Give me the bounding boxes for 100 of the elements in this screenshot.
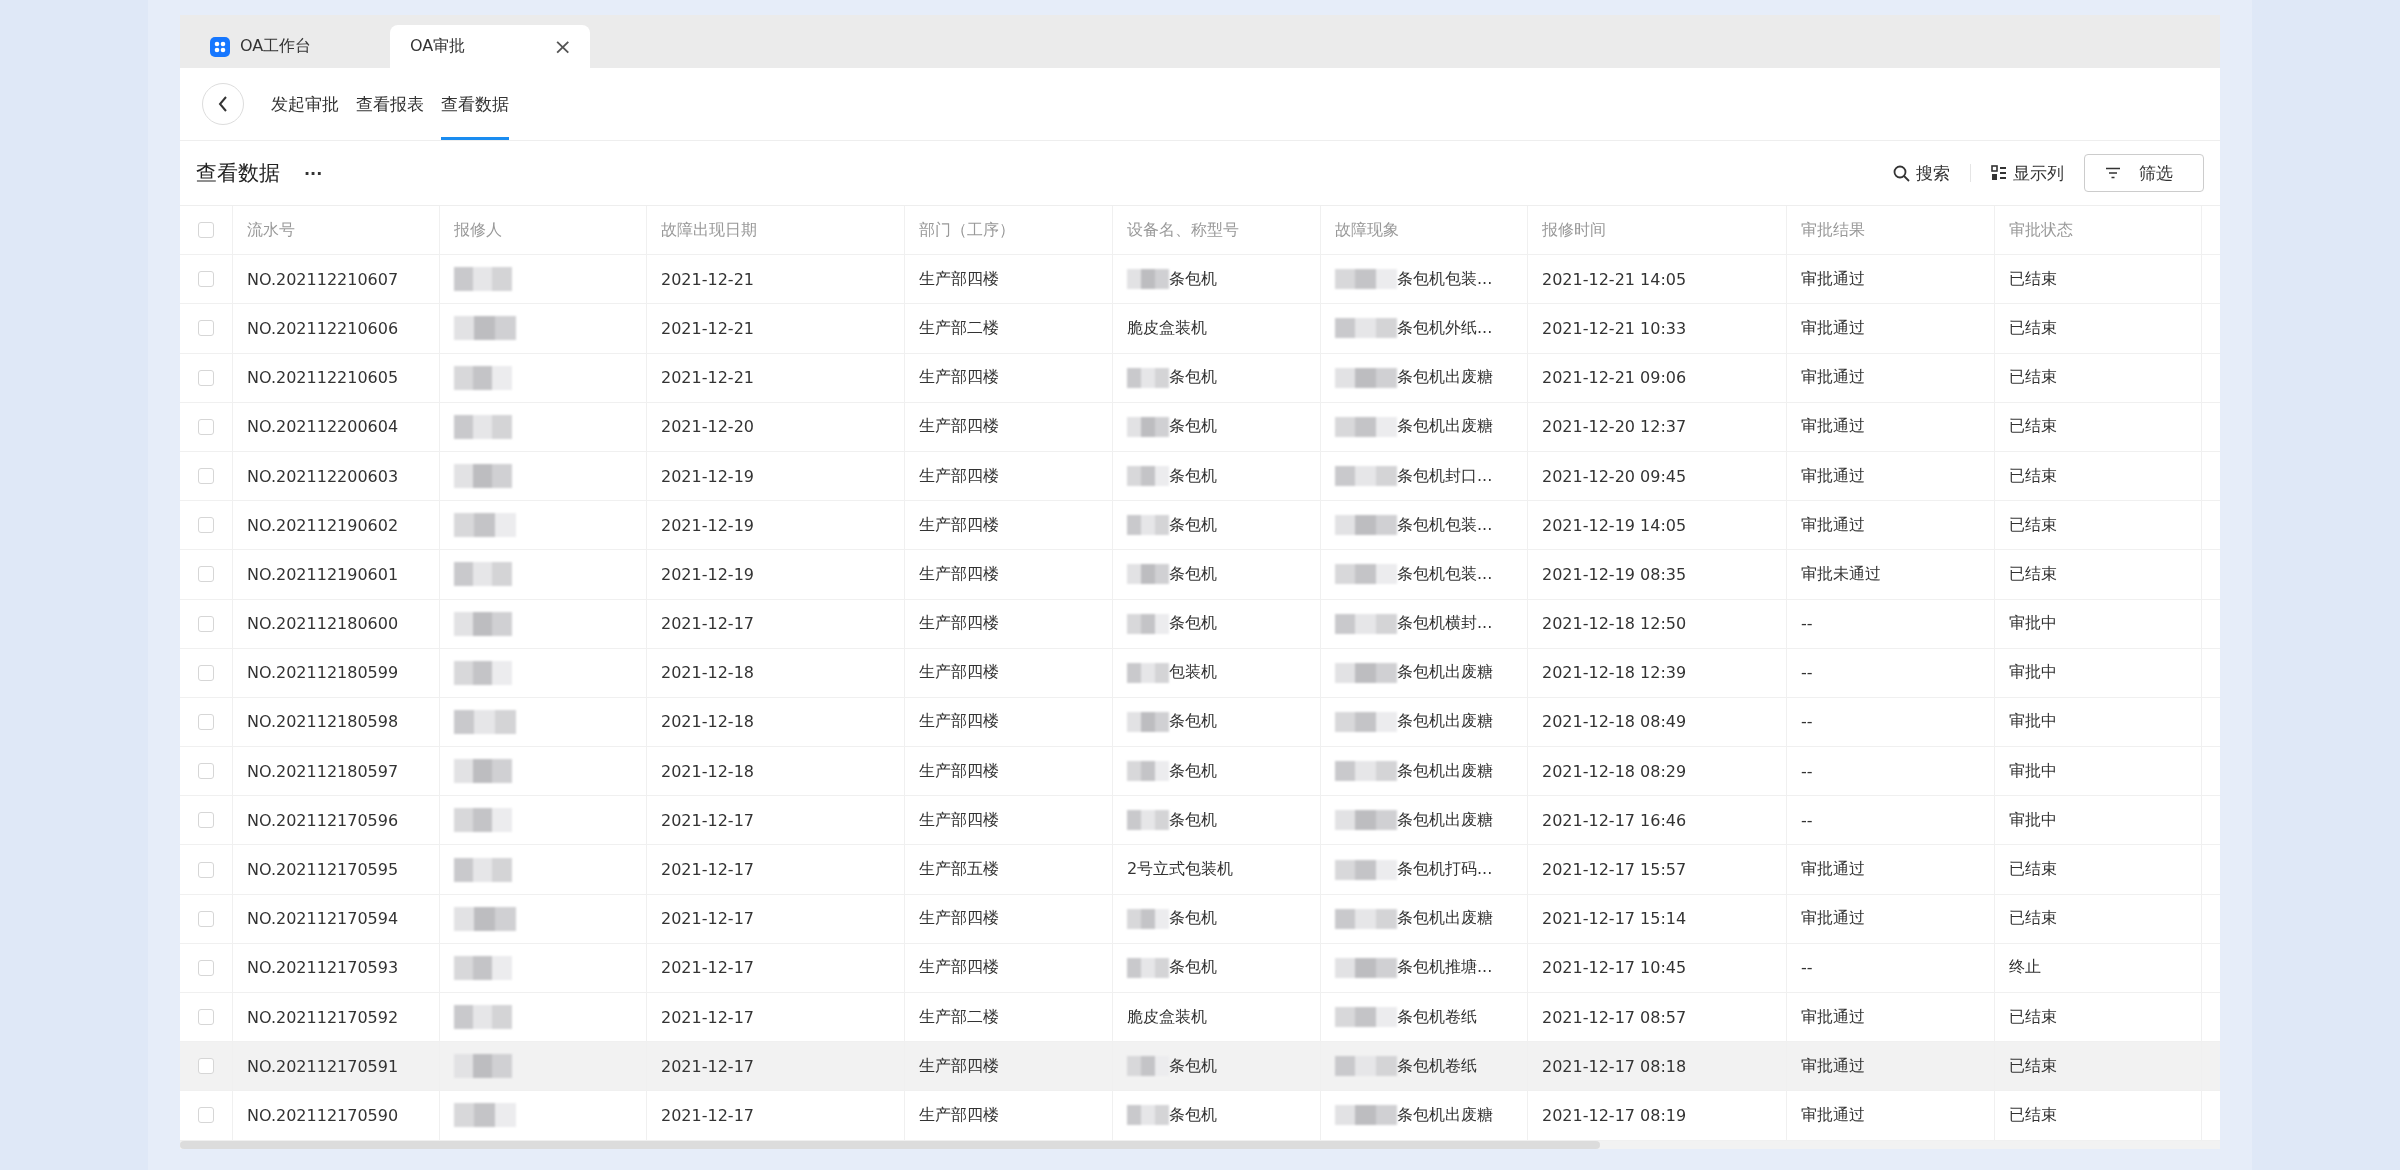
table-row[interactable]: NO.202112210605 2021-12-21 生产部四楼 条包机 条包机出废糖 2021-12-21 09:06 审批通过 已结束 xyxy=(180,353,2220,403)
row-checkbox[interactable] xyxy=(198,812,214,829)
table-row[interactable]: NO.202112180599 2021-12-18 生产部四楼 包装机 条包机出废糖 2021-12-18 12:39 -- 审批中 xyxy=(180,648,2220,698)
table-row[interactable]: NO.202112200603 2021-12-19 生产部四楼 条包机 条包机封口... 2021-12-20 09:45 审批通过 已结束 xyxy=(180,451,2220,502)
table-cell: 2021-12-20 xyxy=(661,417,754,437)
columns-button[interactable]: 显示列 xyxy=(1991,161,2064,185)
redacted-block xyxy=(454,709,516,734)
columns-icon xyxy=(1991,165,2007,181)
table-cell: 审批未通过 xyxy=(1801,563,1881,585)
table-cell: 条包机 xyxy=(1169,465,1217,487)
table-cell: 2021-12-17 xyxy=(661,810,754,830)
table-cell: 2021-12-18 12:39 xyxy=(1542,663,1687,683)
redacted-block xyxy=(454,464,512,489)
row-checkbox[interactable] xyxy=(198,1009,214,1026)
redacted-block xyxy=(1335,416,1397,437)
row-checkbox[interactable] xyxy=(198,763,214,780)
row-checkbox[interactable] xyxy=(198,713,214,730)
table-cell: 2021-12-17 xyxy=(661,958,754,978)
redacted-block xyxy=(454,316,516,341)
redacted-block xyxy=(1335,908,1397,929)
table-cell: 2021-12-17 15:14 xyxy=(1542,909,1687,929)
table-row[interactable]: NO.202112210606 2021-12-21 生产部二楼 脆皮盒装机 条包机外纸... 2021-12-21 10:33 审批通过 已结束 xyxy=(180,304,2220,354)
redacted-block xyxy=(454,513,516,538)
table-cell: 2021-12-18 08:49 xyxy=(1542,712,1687,732)
row-checkbox[interactable] xyxy=(198,615,214,632)
table-cell: NO.202112170594 xyxy=(247,909,399,929)
table-cell: 条包机封口... xyxy=(1397,465,1493,487)
window-tab[interactable]: OA审批 × xyxy=(390,25,590,68)
row-checkbox[interactable] xyxy=(198,910,214,927)
nav-link[interactable]: 查看数据 xyxy=(441,68,509,140)
table-cell: 条包机出废糖 xyxy=(1397,367,1493,389)
table-cell: 条包机 xyxy=(1169,563,1217,585)
table-row[interactable]: NO.202112190602 2021-12-19 生产部四楼 条包机 条包机包装... 2021-12-19 14:05 审批通过 已结束 xyxy=(180,501,2220,551)
table-cell: 审批中 xyxy=(2009,760,2057,782)
table-cell: 2021-12-18 xyxy=(661,663,754,683)
table-cell: NO.202112170591 xyxy=(247,1056,399,1076)
row-checkbox[interactable] xyxy=(198,320,214,337)
table-cell: 2021-12-21 xyxy=(661,368,754,388)
table-row[interactable]: NO.202112200604 2021-12-20 生产部四楼 条包机 条包机出废糖 2021-12-20 12:37 审批通过 已结束 xyxy=(180,402,2220,452)
back-button[interactable] xyxy=(202,83,244,125)
table-cell: 条包机 xyxy=(1169,367,1217,389)
table-row[interactable]: NO.202112180598 2021-12-18 生产部四楼 条包机 条包机出废糖 2021-12-18 08:49 -- 审批中 xyxy=(180,697,2220,748)
scrollbar-thumb[interactable] xyxy=(180,1140,1600,1149)
table-cell: 审批通过 xyxy=(1801,317,1865,339)
redacted-block xyxy=(454,660,512,685)
table-row[interactable]: NO.202112180597 2021-12-18 生产部四楼 条包机 条包机出废糖 2021-12-18 08:29 -- 审批中 xyxy=(180,747,2220,797)
table-cell: 2021-12-17 xyxy=(661,909,754,929)
table-cell: 2021-12-17 08:19 xyxy=(1542,1105,1687,1125)
row-checkbox[interactable] xyxy=(198,517,214,534)
search-button[interactable]: 搜索 xyxy=(1893,161,1950,185)
table-cell: 已结束 xyxy=(2009,416,2057,438)
row-checkbox[interactable] xyxy=(198,1107,214,1124)
row-checkbox[interactable] xyxy=(198,418,214,435)
table-cell: 审批通过 xyxy=(1801,859,1865,881)
table-row[interactable]: NO.202112170595 2021-12-17 生产部五楼 2号立式包装机 条包机打码... 2021-12-17 15:57 审批通过 已结束 xyxy=(180,845,2220,895)
row-checkbox[interactable] xyxy=(198,271,214,288)
table-cell: 条包机出废糖 xyxy=(1397,711,1493,733)
redacted-block xyxy=(1335,466,1397,487)
table-cell: NO.202112200603 xyxy=(247,466,399,486)
table-cell: 审批通过 xyxy=(1801,1104,1865,1126)
table-cell: 2021-12-18 xyxy=(661,712,754,732)
row-checkbox[interactable] xyxy=(198,369,214,386)
table-cell: 2021-12-21 10:33 xyxy=(1542,318,1687,338)
table-cell: NO.202112170595 xyxy=(247,860,399,880)
row-checkbox[interactable] xyxy=(198,566,214,583)
more-button[interactable]: ··· xyxy=(304,163,323,183)
table-cell: 2021-12-19 xyxy=(661,466,754,486)
table-cell: 2021-12-21 xyxy=(661,269,754,289)
table-cell: 2号立式包装机 xyxy=(1127,859,1234,881)
table-cell: 2021-12-17 xyxy=(661,1056,754,1076)
row-checkbox[interactable] xyxy=(198,1058,214,1075)
row-checkbox[interactable] xyxy=(198,959,214,976)
row-checkbox[interactable] xyxy=(198,468,214,485)
redacted-block xyxy=(454,611,512,636)
nav-link[interactable]: 发起审批 xyxy=(271,68,339,140)
table-row[interactable]: NO.202112210607 2021-12-21 生产部四楼 条包机 条包机包装... 2021-12-21 14:05 审批通过 已结束 xyxy=(180,255,2220,305)
row-checkbox[interactable] xyxy=(198,222,214,239)
nav-link[interactable]: 查看报表 xyxy=(356,68,424,140)
table-row[interactable]: NO.202112170593 2021-12-17 生产部四楼 条包机 条包机推塘... 2021-12-17 10:45 -- 终止 xyxy=(180,943,2220,993)
table-cell: 已结束 xyxy=(2009,514,2057,536)
table-row[interactable]: NO.202112170590 2021-12-17 生产部四楼 条包机 条包机出废糖 2021-12-17 08:19 审批通过 已结束 xyxy=(180,1091,2220,1141)
table-row[interactable]: NO.202112170592 2021-12-17 生产部二楼 脆皮盒装机 条包机卷纸 2021-12-17 08:57 审批通过 已结束 xyxy=(180,993,2220,1043)
table-row[interactable]: NO.202112190601 2021-12-19 生产部四楼 条包机 条包机包装... 2021-12-19 08:35 审批未通过 已结束 xyxy=(180,550,2220,600)
close-icon[interactable]: × xyxy=(553,35,572,58)
row-checkbox[interactable] xyxy=(198,664,214,681)
table-row[interactable]: NO.202112170591 2021-12-17 生产部四楼 条包机 条包机卷纸 2021-12-17 08:18 审批通过 已结束 xyxy=(180,1042,2220,1092)
table-cell: 2021-12-19 xyxy=(661,515,754,535)
table-cell: 审批中 xyxy=(2009,613,2057,635)
redacted-block xyxy=(1335,859,1397,880)
table-row[interactable]: NO.202112170594 2021-12-17 生产部四楼 条包机 条包机出废糖 2021-12-17 15:14 审批通过 已结束 xyxy=(180,894,2220,944)
table-row[interactable]: NO.202112180600 2021-12-17 生产部四楼 条包机 条包机横封... 2021-12-18 12:50 -- 审批中 xyxy=(180,599,2220,649)
row-checkbox[interactable] xyxy=(198,861,214,878)
table-cell: 条包机 xyxy=(1169,760,1217,782)
table-cell: 生产部四楼 xyxy=(919,563,999,585)
table-cell: 条包机包装... xyxy=(1397,514,1493,536)
table-cell: 生产部五楼 xyxy=(919,859,999,881)
table-row[interactable]: NO.202112170596 2021-12-17 生产部四楼 条包机 条包机出废糖 2021-12-17 16:46 -- 审批中 xyxy=(180,796,2220,846)
table-cell: 条包机打码... xyxy=(1397,859,1493,881)
filter-button[interactable]: 筛选 xyxy=(2084,154,2204,192)
window-tab[interactable]: OA工作台 xyxy=(190,25,390,68)
